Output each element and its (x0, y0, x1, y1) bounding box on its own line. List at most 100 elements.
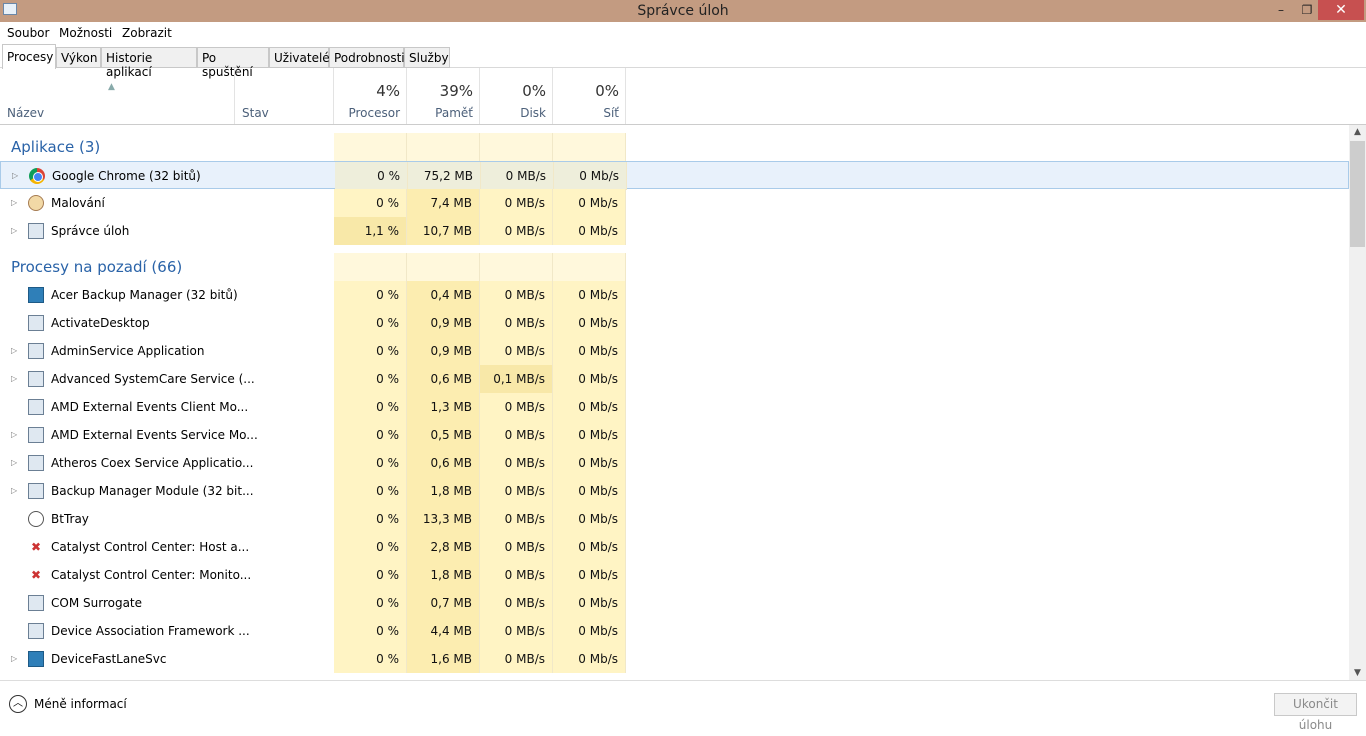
expand-chevron-icon[interactable]: ▷ (11, 337, 17, 365)
disk-cell: 0 MB/s (480, 561, 553, 589)
table-row[interactable]: ✖ Catalyst Control Center: Host a... 0 % 2,… (0, 533, 1349, 561)
expand-chevron-icon[interactable]: ▷ (11, 189, 17, 217)
table-row[interactable]: ▷ Atheros Coex Service Applicatio... 0 % 0,… (0, 449, 1349, 477)
expand-chevron-icon[interactable]: ▷ (11, 645, 17, 673)
memory-cell: 1,8 MB (407, 477, 480, 505)
end-task-button[interactable]: Ukončit úlohu (1274, 693, 1357, 732)
cpu-cell: 0 % (334, 365, 407, 393)
tab-uzivatele[interactable]: Uživatelé (269, 47, 330, 68)
menu-bar: Soubor Možnosti Zobrazit (0, 22, 1366, 44)
cpu-cell: 0 % (334, 281, 407, 309)
window-icon (28, 371, 44, 387)
table-row[interactable]: COM Surrogate 0 % 0,7 MB 0 MB/s 0 Mb/s (0, 589, 1349, 617)
expand-chevron-icon[interactable]: ▷ (11, 449, 17, 477)
process-name: Backup Manager Module (32 bit... (51, 484, 254, 498)
table-row[interactable]: ✖ Catalyst Control Center: Monito... 0 % 1,… (0, 561, 1349, 589)
cpu-cell: 0 % (334, 617, 407, 645)
table-row[interactable]: Device Association Framework ... 0 % 4,4 M… (0, 617, 1349, 645)
vertical-scrollbar[interactable]: ▲ ▼ (1349, 125, 1366, 680)
disk-cell: 0 MB/s (480, 189, 553, 217)
column-status-label: Stav (242, 106, 269, 120)
footer: ︿ Méně informací Ukončit úlohu (0, 680, 1366, 732)
menu-soubor[interactable]: Soubor (7, 26, 49, 40)
scroll-up-icon[interactable]: ▲ (1349, 127, 1366, 137)
fewer-details-link[interactable]: Méně informací (34, 697, 127, 711)
expand-chevron-icon[interactable]: ▷ (11, 217, 17, 245)
column-cpu[interactable]: 4% Procesor (334, 68, 407, 124)
memory-cell: 2,8 MB (407, 533, 480, 561)
memory-cell: 10,7 MB (407, 217, 480, 245)
process-name: Acer Backup Manager (32 bitů) (51, 288, 238, 302)
network-cell: 0 Mb/s (553, 189, 626, 217)
network-cell: 0 Mb/s (554, 162, 627, 190)
disk-cell: 0 MB/s (480, 589, 553, 617)
tab-podrobnosti[interactable]: Podrobnosti (329, 47, 405, 68)
process-name: Google Chrome (32 bitů) (52, 169, 201, 183)
expand-chevron-icon[interactable]: ▷ (11, 365, 17, 393)
close-button[interactable]: ✕ (1318, 0, 1364, 20)
process-name: Device Association Framework ... (51, 624, 250, 638)
memory-cell: 0,4 MB (407, 281, 480, 309)
disk-cell: 0 MB/s (480, 505, 553, 533)
tab-sluzby[interactable]: Služby (404, 47, 450, 68)
expand-chevron-icon[interactable]: ▷ (11, 477, 17, 505)
column-status[interactable]: Stav (235, 68, 334, 124)
process-name: COM Surrogate (51, 596, 143, 610)
group-disk-cell (480, 253, 553, 281)
disk-cell: 0 MB/s (480, 217, 553, 245)
network-total: 0% (595, 82, 619, 100)
column-cpu-label: Procesor (348, 106, 400, 120)
table-row[interactable]: BtTray 0 % 13,3 MB 0 MB/s 0 Mb/s (0, 505, 1349, 533)
tab-vykon[interactable]: Výkon (56, 47, 101, 68)
column-disk-label: Disk (520, 106, 546, 120)
network-cell: 0 Mb/s (553, 561, 626, 589)
table-row[interactable]: ▷ AMD External Events Service Mo... 0 % 0,5… (0, 421, 1349, 449)
process-name: Malování (51, 196, 105, 210)
group-cpu-cell (334, 133, 407, 161)
table-row[interactable]: AMD External Events Client Mo... 0 % 1,3 M… (0, 393, 1349, 421)
tab-historie-aplikaci[interactable]: Historie aplikací (101, 47, 197, 79)
table-row[interactable]: ▷ DeviceFastLaneSvc 0 % 1,6 MB 0 MB/s 0 Mb/s (0, 645, 1349, 673)
column-network[interactable]: 0% Síť (553, 68, 626, 124)
cpu-cell: 0 % (334, 393, 407, 421)
menu-moznosti[interactable]: Možnosti (59, 26, 112, 40)
memory-cell: 0,5 MB (407, 421, 480, 449)
disk-cell: 0,1 MB/s (480, 365, 553, 393)
chevron-up-icon[interactable]: ︿ (9, 695, 27, 713)
table-row[interactable]: ▷ Advanced SystemCare Service (... 0 % 0,6 … (0, 365, 1349, 393)
disk-cell: 0 MB/s (480, 533, 553, 561)
table-row[interactable]: Acer Backup Manager (32 bitů) 0 % 0,4 MB 0 … (0, 281, 1349, 309)
group-title: Procesy na pozadí (66) (11, 258, 183, 276)
cpu-cell: 0 % (334, 477, 407, 505)
scroll-down-icon[interactable]: ▼ (1349, 668, 1366, 678)
table-row[interactable]: ▷ Správce úloh 1,1 % 10,7 MB 0 MB/s 0 Mb/s (0, 217, 1349, 245)
expand-chevron-icon[interactable]: ▷ (11, 421, 17, 449)
column-name[interactable]: ▲ Název (0, 68, 235, 124)
menu-zobrazit[interactable]: Zobrazit (122, 26, 172, 40)
network-cell: 0 Mb/s (553, 365, 626, 393)
group-cpu-cell (334, 253, 407, 281)
minimize-button[interactable]: – (1268, 0, 1294, 20)
group-net-cell (553, 253, 626, 281)
window-icon (28, 399, 44, 415)
network-cell: 0 Mb/s (553, 337, 626, 365)
table-row[interactable]: ▷ Malování 0 % 7,4 MB 0 MB/s 0 Mb/s (0, 189, 1349, 217)
disk-cell: 0 MB/s (481, 162, 554, 190)
disk-cell: 0 MB/s (480, 393, 553, 421)
table-row[interactable]: ▷ Backup Manager Module (32 bit... 0 % 1,8 … (0, 477, 1349, 505)
column-memory[interactable]: 39% Paměť (407, 68, 480, 124)
process-name: Advanced SystemCare Service (... (51, 372, 255, 386)
disk-cell: 0 MB/s (480, 645, 553, 673)
table-row[interactable]: ActivateDesktop 0 % 0,9 MB 0 MB/s 0 Mb/s (0, 309, 1349, 337)
tab-procesy[interactable]: Procesy (2, 44, 56, 69)
column-disk[interactable]: 0% Disk (480, 68, 553, 124)
table-row[interactable]: ▷ AdminService Application 0 % 0,9 MB 0 MB/s… (0, 337, 1349, 365)
expand-chevron-icon[interactable]: ▷ (12, 162, 18, 190)
window-icon (28, 455, 44, 471)
table-row[interactable]: ▷ Google Chrome (32 bitů) 0 % 75,2 MB 0 MB/s… (0, 161, 1349, 190)
maximize-button[interactable]: ❐ (1294, 0, 1320, 20)
cpu-cell: 0 % (334, 645, 407, 673)
scrollbar-thumb[interactable] (1350, 141, 1365, 247)
network-cell: 0 Mb/s (553, 505, 626, 533)
tab-po-spusteni[interactable]: Po spuštění (197, 47, 269, 79)
